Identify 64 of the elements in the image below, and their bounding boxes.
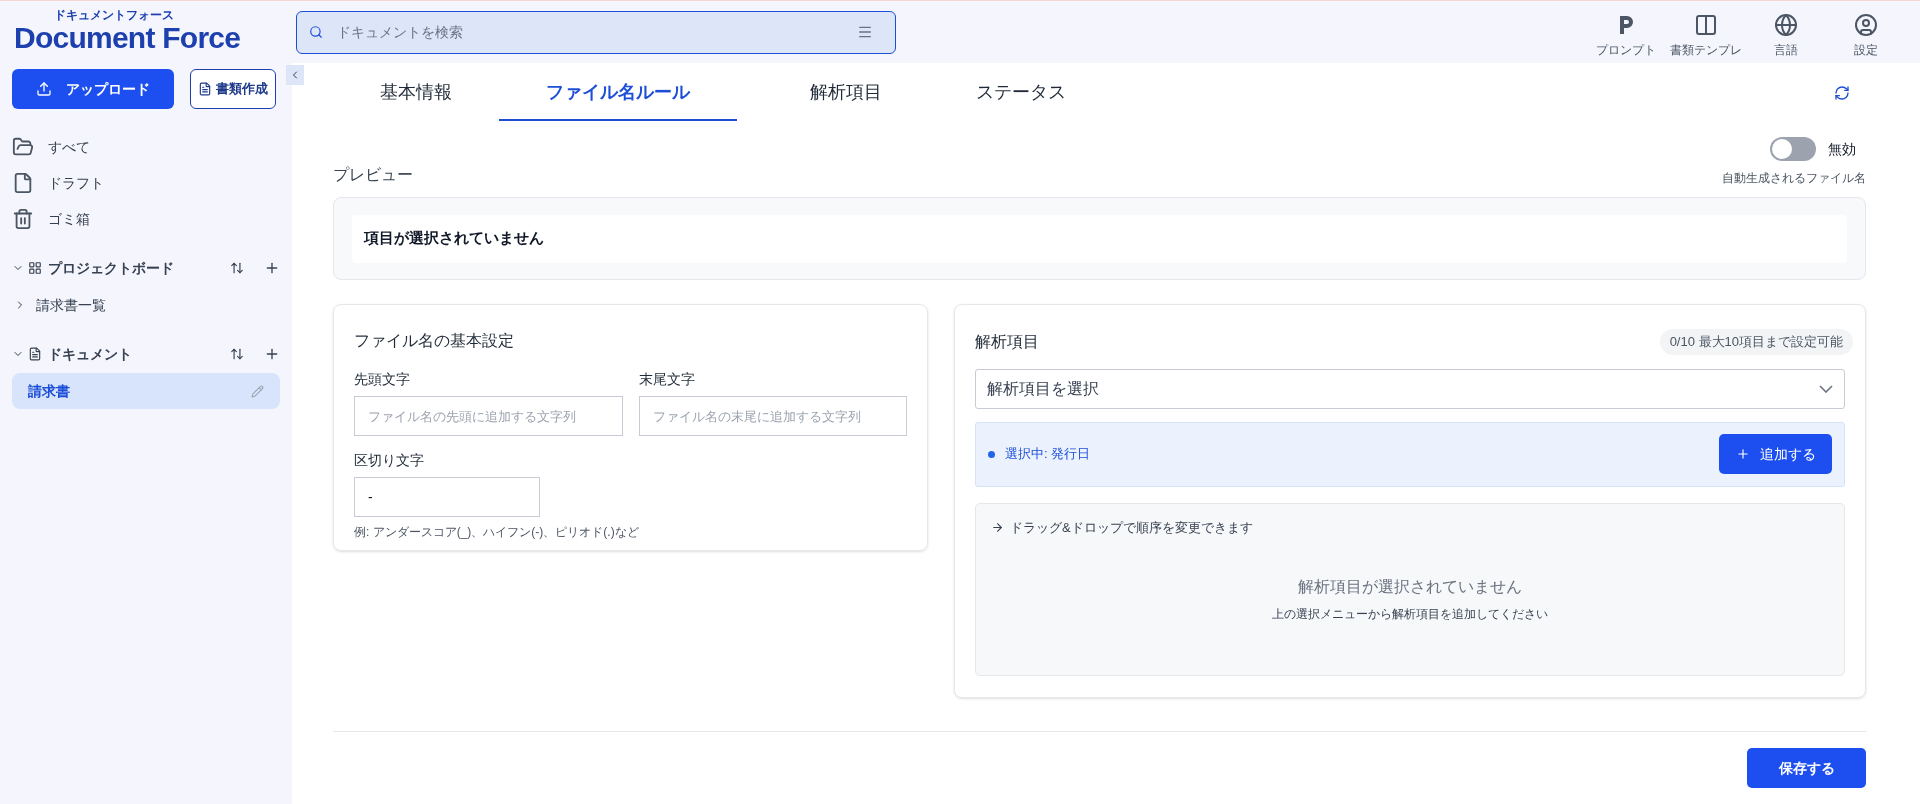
search-field[interactable]: ドキュメントを検索	[337, 21, 843, 43]
upload-button[interactable]: アップロード	[12, 69, 174, 109]
auto-name-toggle[interactable]	[1770, 137, 1816, 161]
toolbar-button[interactable]: プロンプト	[1586, 5, 1666, 59]
refresh-icon[interactable]	[1834, 85, 1850, 101]
nav-item[interactable]: すべて	[12, 129, 280, 165]
document-icon	[28, 347, 42, 361]
panel-icon	[1694, 13, 1718, 37]
nav-item[interactable]: ドラフト	[12, 165, 280, 201]
search-icon	[309, 25, 323, 39]
plus-icon	[1735, 447, 1750, 461]
field-label: 先頭文字	[354, 370, 411, 389]
create-document-button[interactable]: 書類作成	[190, 69, 276, 109]
toggle-state-label: 無効	[1828, 139, 1856, 159]
logo-subtitle: ドキュメントフォース	[54, 9, 175, 21]
user-icon	[1854, 13, 1878, 37]
add-icon[interactable]	[264, 260, 280, 276]
folder-icon	[12, 136, 34, 158]
upload-icon	[36, 81, 52, 97]
toolbar-button[interactable]: 言語	[1746, 5, 1826, 59]
document-icon	[198, 82, 212, 96]
auto-name-caption: 自動生成されるファイル名	[1722, 170, 1866, 187]
separator-field[interactable]: -	[354, 477, 540, 517]
logo-title: Document Force	[14, 21, 242, 55]
sidebar-item[interactable]: 請求書	[12, 373, 280, 409]
section-title: ドキュメント	[48, 344, 132, 364]
selected-field-text: 選択中: 発行日	[1005, 445, 1091, 464]
tab[interactable]: 解析項目	[763, 65, 929, 121]
field-label: 区切り文字	[354, 451, 425, 470]
text-field[interactable]: ファイル名の末尾に追加する文字列	[638, 396, 907, 436]
add-button[interactable]: 追加する	[1719, 434, 1832, 474]
text-field[interactable]: ファイル名の先頭に追加する文字列	[354, 396, 623, 436]
sort-icon[interactable]	[230, 347, 244, 361]
card-title: 解析項目	[975, 331, 1039, 352]
collapse-sidebar-button[interactable]	[286, 65, 304, 85]
empty-title: 解析項目が選択されていません	[1298, 577, 1522, 597]
drag-hint: ドラッグ&ドロップで順序を変更できます	[1010, 518, 1253, 537]
toolbar-button[interactable]: 設定	[1826, 5, 1906, 59]
card-title: ファイル名の基本設定	[354, 331, 515, 351]
sort-icon[interactable]	[230, 261, 244, 275]
search-bar[interactable]: ドキュメントを検索	[296, 10, 896, 54]
preview-label: プレビュー	[333, 165, 413, 185]
chevron-down-icon	[1819, 384, 1833, 393]
trash-icon	[12, 208, 34, 230]
file-icon	[12, 172, 34, 194]
arrow-right-icon	[991, 520, 1004, 534]
tab[interactable]: ステータス	[929, 65, 1113, 121]
toolbar-button[interactable]: 書類テンプレ	[1666, 5, 1746, 59]
save-button[interactable]: 保存する	[1747, 748, 1866, 788]
grid-icon	[28, 261, 42, 275]
add-icon[interactable]	[264, 346, 280, 362]
menu-icon[interactable]	[857, 24, 873, 40]
field-select[interactable]: 解析項目を選択	[975, 368, 1845, 409]
preview-value: 項目が選択されていません	[352, 214, 1847, 263]
tab[interactable]: ファイル名ルール	[499, 65, 737, 121]
separator-hint: 例: アンダースコア(_)、ハイフン(-)、ピリオド(.)など	[354, 524, 640, 541]
globe-icon	[1774, 13, 1798, 37]
tab[interactable]: 基本情報	[333, 65, 499, 121]
nav-item[interactable]: ゴミ箱	[12, 201, 280, 237]
field-label: 末尾文字	[638, 370, 696, 389]
empty-hint: 上の選択メニューから解析項目を追加してください	[1272, 606, 1548, 623]
sidebar-item[interactable]: 請求書一覧	[12, 287, 280, 323]
section-title: プロジェクトボード	[48, 258, 174, 278]
count-badge: 0/10 最大10項目まで設定可能	[1659, 329, 1853, 355]
